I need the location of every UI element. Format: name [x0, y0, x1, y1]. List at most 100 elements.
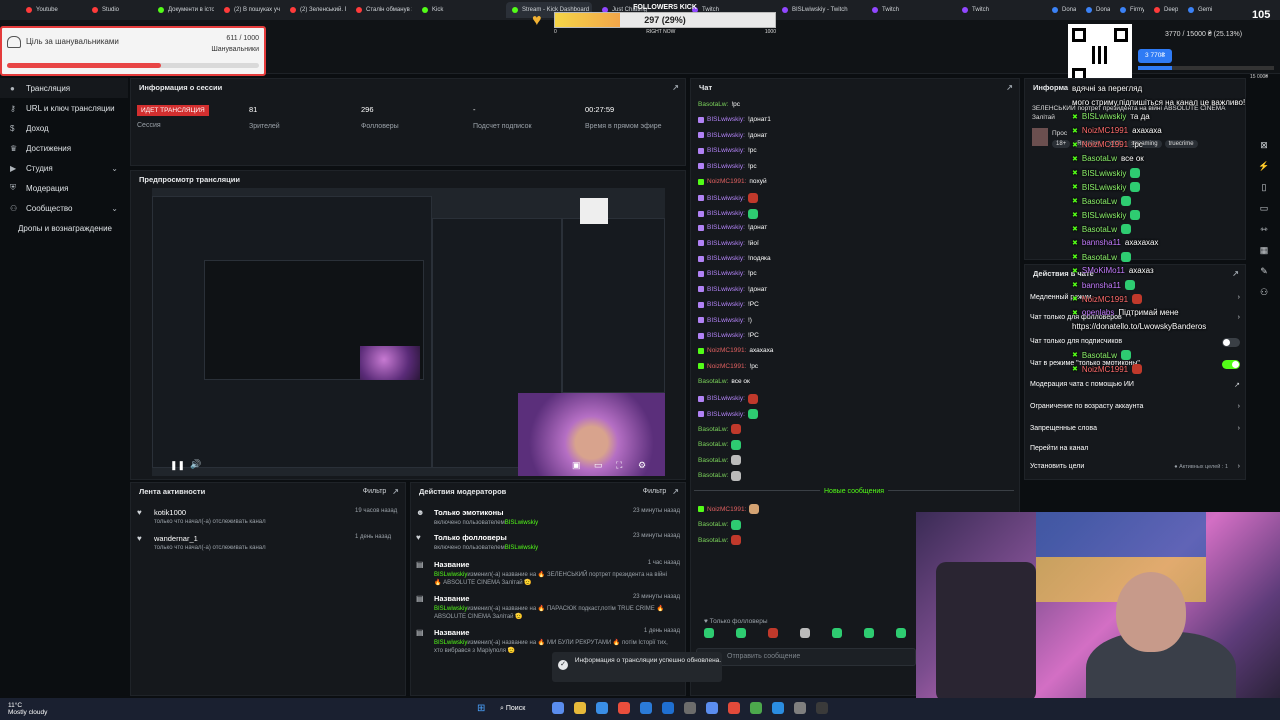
taskbar-app-icon[interactable] [816, 702, 828, 714]
mod-action-user[interactable]: BISLwiwskiy [434, 606, 467, 612]
chat-username[interactable]: NoizMC1991: [707, 363, 746, 370]
external-link-icon[interactable]: ↗ [1006, 83, 1013, 92]
chat-username[interactable]: BISLwiwskiy: [707, 210, 745, 217]
mod-action-user[interactable]: BISLwiwskiy [434, 640, 467, 646]
sidebar-item[interactable]: Дропы и вознаграждение [0, 218, 128, 238]
chat-username[interactable]: BISLwiwskiy: [707, 195, 745, 202]
chat-username[interactable]: NoizMC1991: [707, 347, 746, 354]
taskbar-app-icon[interactable] [750, 702, 762, 714]
taskbar-app-icon[interactable] [772, 702, 784, 714]
strip-tool-icon[interactable]: ✎ [1260, 266, 1268, 277]
chat-username[interactable]: BasotaLw: [698, 426, 728, 433]
taskbar-app-icon[interactable] [728, 702, 740, 714]
emote-icon[interactable] [736, 628, 746, 638]
toggle-off[interactable] [1222, 338, 1240, 347]
settings-icon[interactable]: ⚙ [638, 460, 646, 471]
browser-tab[interactable]: Studio [86, 2, 148, 18]
taskbar-app-icon[interactable] [552, 702, 564, 714]
browser-tab[interactable]: Donations [1080, 2, 1110, 18]
chat-username[interactable]: BISLwiwskiy: [707, 240, 745, 247]
chat-setting-row[interactable]: Запрещенные слова › [1030, 425, 1240, 432]
chat-username[interactable]: NoizMC1991: [707, 506, 746, 513]
chat-username[interactable]: BISLwiwskiy: [707, 301, 745, 308]
strip-group-icon[interactable]: ⚇ [1260, 287, 1268, 298]
browser-tab[interactable]: Gemini [1182, 2, 1212, 18]
stream-tag[interactable]: 18+ [1052, 140, 1071, 148]
taskbar-app-icon[interactable] [662, 702, 674, 714]
chat-username[interactable]: BISLwiwskiy: [707, 270, 745, 277]
strip-link-icon[interactable]: ⇿ [1260, 224, 1268, 235]
chat-username[interactable]: BasotaLw: [698, 101, 728, 108]
chat-username[interactable]: BasotaLw: [698, 537, 728, 544]
volume-icon[interactable]: 🔊 [190, 459, 201, 470]
emote-icon[interactable] [768, 628, 778, 638]
strip-chat-icon[interactable]: ▭ [1260, 203, 1269, 214]
toggle-on[interactable] [1222, 360, 1240, 369]
mod-action-user[interactable]: BISLwiwskiy [505, 545, 538, 551]
taskbar-app-icon[interactable] [684, 702, 696, 714]
sidebar-item[interactable]: ⚷ URL и ключ трансляции [0, 98, 128, 118]
browser-tab[interactable]: DeepState [1148, 2, 1178, 18]
chat-setting-row[interactable]: Перейти на канал [1030, 445, 1240, 452]
browser-tab[interactable]: (2) Зеленський. Портрет [284, 2, 346, 18]
sidebar-item[interactable]: ⛨ Модерация [0, 178, 128, 198]
taskbar-app-icon[interactable] [640, 702, 652, 714]
chat-setting-row[interactable]: Ограничение по возрасту аккаунта › [1030, 403, 1240, 410]
mod-action-user[interactable]: BISLwiwskiy [434, 572, 467, 578]
browser-tab[interactable]: Youtube [20, 2, 82, 18]
chat-username[interactable]: BasotaLw: [698, 472, 728, 479]
chat-username[interactable]: BasotaLw: [698, 457, 728, 464]
activity-username[interactable]: wandernar_1 [154, 534, 266, 543]
taskbar-app-icon[interactable] [618, 702, 630, 714]
sidebar-item[interactable]: ● Трансляция [0, 78, 128, 98]
chat-username[interactable]: NoizMC1991: [707, 178, 746, 185]
browser-tab[interactable]: BISLwiwskiy - Twitch [776, 2, 862, 18]
chat-username[interactable]: BISLwiwskiy: [707, 411, 745, 418]
sidebar-item[interactable]: ▶ Студия ⌄ [0, 158, 128, 178]
external-link-icon[interactable]: ↗ [672, 487, 679, 496]
activity-filter-button[interactable]: Фильтр [363, 488, 387, 495]
browser-tab[interactable]: (2) В пошуках учасників [218, 2, 280, 18]
taskbar-search[interactable]: ⌕ Поиск [500, 702, 540, 716]
browser-tab[interactable]: Firmy [1114, 2, 1144, 18]
taskbar-app-icon[interactable] [706, 702, 718, 714]
chat-username[interactable]: BISLwiwskiy: [707, 147, 745, 154]
emote-bar[interactable] [700, 628, 914, 642]
chat-username[interactable]: BasotaLw: [698, 521, 728, 528]
chat-username[interactable]: BISLwiwskiy: [707, 163, 745, 170]
chat-username[interactable]: BISLwiwskiy: [707, 332, 745, 339]
external-link-icon[interactable]: ↗ [672, 83, 679, 92]
browser-tab[interactable]: Kick [416, 2, 502, 18]
taskbar-app-icon[interactable] [794, 702, 806, 714]
emote-icon[interactable] [896, 628, 906, 638]
chat-username[interactable]: BISLwiwskiy: [707, 395, 745, 402]
taskbar-app-icon[interactable] [574, 702, 586, 714]
stream-tag[interactable]: truecrime [1164, 140, 1198, 148]
emote-icon[interactable] [800, 628, 810, 638]
emote-icon[interactable] [704, 628, 714, 638]
pip-icon[interactable]: ▣ [572, 460, 581, 471]
mod-action-user[interactable]: BISLwiwskiy [505, 520, 538, 526]
chat-username[interactable]: BISLwiwskiy: [707, 224, 745, 231]
theater-icon[interactable]: ▭ [594, 460, 603, 471]
chat-username[interactable]: BasotaLw: [698, 378, 728, 385]
browser-tab[interactable]: Документи в історії [152, 2, 214, 18]
weather-widget[interactable]: 11°C Mostly cloudy [8, 702, 47, 716]
mod-filter-button[interactable]: Фильтр [643, 488, 667, 495]
sidebar-item[interactable]: ⚇ Сообщество ⌄ [0, 198, 128, 218]
browser-tab[interactable]: Twitch [956, 2, 1042, 18]
external-link-icon[interactable]: ↗ [1232, 269, 1239, 278]
chat-username[interactable]: BasotaLw: [698, 441, 728, 448]
chat-username[interactable]: BISLwiwskiy: [707, 255, 745, 262]
strip-phone-icon[interactable]: ▯ [1262, 182, 1267, 193]
strip-grid-icon[interactable]: ▦ [1260, 245, 1269, 256]
chat-username[interactable]: BISLwiwskiy: [707, 317, 745, 324]
chat-input[interactable]: Отправить сообщение [696, 648, 916, 666]
activity-username[interactable]: kotik1000 [154, 508, 266, 517]
windows-start-icon[interactable]: ⊞ [477, 703, 485, 714]
emote-icon[interactable] [864, 628, 874, 638]
browser-tab[interactable]: Twitch [866, 2, 952, 18]
fullscreen-icon[interactable]: ⛶ [616, 460, 622, 471]
strip-lightning-icon[interactable]: ⚡ [1258, 161, 1269, 172]
strip-close-icon[interactable]: ⊠ [1260, 140, 1268, 151]
